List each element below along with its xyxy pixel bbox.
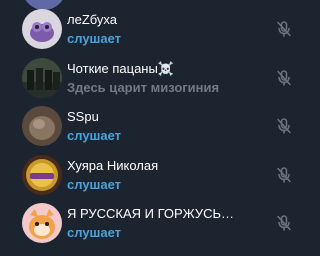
avatar: [22, 154, 62, 195]
avatar: [22, 203, 62, 243]
avatar: [22, 9, 62, 49]
participant-row[interactable]: Хуяра Николая слушает: [0, 151, 320, 200]
muted-mic-icon[interactable]: [275, 20, 293, 38]
muted-mic-icon[interactable]: [275, 166, 293, 184]
avatar: [22, 106, 62, 146]
participant-name: SSpu: [67, 109, 99, 124]
muted-mic-icon[interactable]: [275, 117, 293, 135]
participant-about: Здесь царит мизогиния: [67, 79, 220, 95]
participant-status: слушает: [67, 31, 122, 46]
participant-row[interactable]: леZбуха слушает: [0, 5, 320, 54]
participant-row[interactable]: Чоткие пацаны☠️ Здесь царит мизогиния: [0, 54, 320, 103]
participant-status: слушает: [67, 176, 122, 192]
avatar: [22, 57, 62, 98]
muted-mic-icon[interactable]: [275, 69, 293, 87]
participant-status: слушает: [67, 225, 122, 240]
voice-chat-participants-list: леZбуха слушает Чоткие пацаны☠️ Здесь ца…: [0, 5, 320, 248]
participant-name: Я РУССКАЯ И ГОРЖУСЬ🇱🇻...: [67, 206, 247, 221]
participant-name: леZбуха: [67, 12, 118, 27]
participant-name: Чоткие пацаны☠️: [67, 60, 175, 76]
participant-row[interactable]: SSpu слушает: [0, 102, 320, 151]
participant-name: Хуяра Николая: [67, 157, 159, 173]
participant-row[interactable]: Я РУССКАЯ И ГОРЖУСЬ🇱🇻... слушает: [0, 199, 320, 248]
participant-status: слушает: [67, 128, 122, 143]
muted-mic-icon[interactable]: [275, 214, 293, 232]
